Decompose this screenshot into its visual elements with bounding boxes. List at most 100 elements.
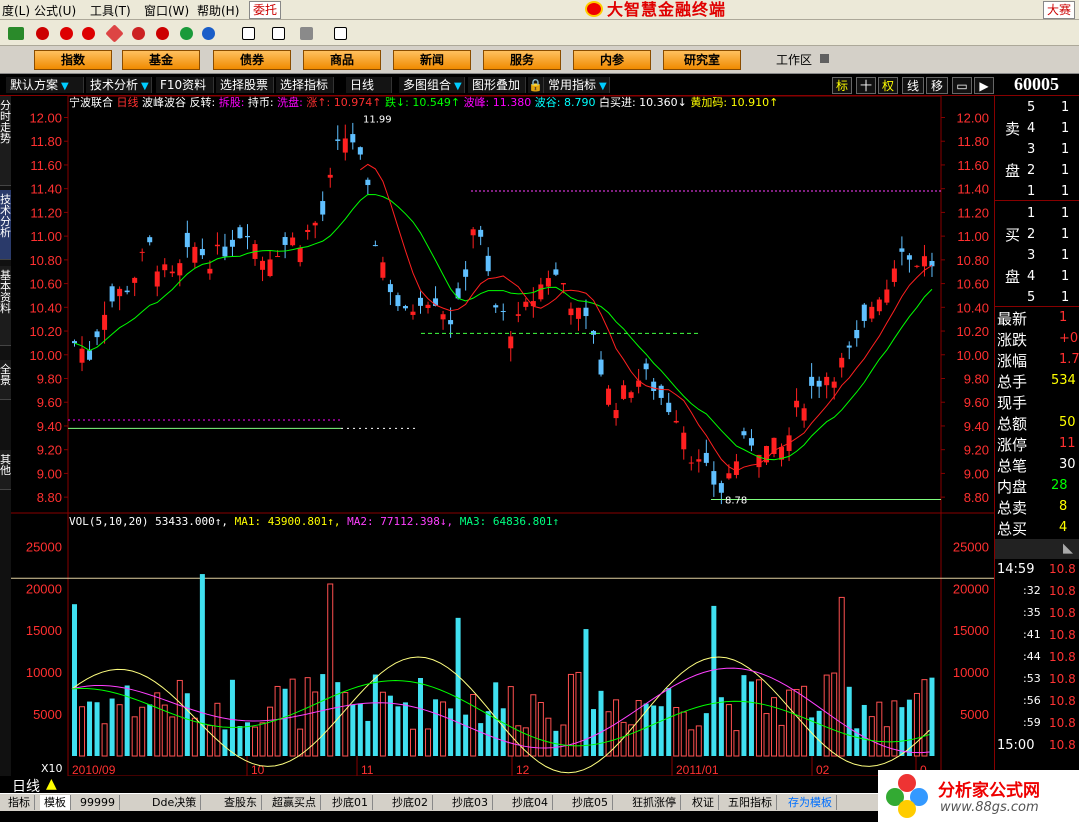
f10-button[interactable]: F10资料 (156, 77, 214, 93)
indicator-tab[interactable]: 存为模板 (784, 795, 837, 810)
workarea-label[interactable]: 工作区 (776, 51, 812, 68)
tab-technical[interactable]: 技术分析 (0, 190, 11, 260)
tick-time: :56 (1023, 694, 1041, 707)
indicator-tab[interactable]: 抄底04 (508, 795, 553, 810)
lock-icon[interactable]: 🔒 (528, 77, 544, 93)
candle-body (79, 348, 85, 363)
candle-body (124, 290, 130, 293)
candle-body (703, 452, 709, 463)
indicator-tab[interactable]: 抄底03 (448, 795, 493, 810)
candle-body (500, 311, 506, 313)
price-tick-label-right: 12.00 (956, 110, 989, 125)
line-button[interactable]: 线 (902, 77, 924, 94)
move-button[interactable]: 移 (926, 77, 948, 94)
indicator-tab[interactable]: 99999 (76, 795, 120, 810)
tech-analysis-button[interactable]: 技术分析 ▼ (86, 77, 152, 93)
volume-bar (440, 701, 447, 757)
dot-red-icon[interactable] (32, 23, 52, 42)
indicator-tab[interactable]: 指标 (4, 795, 35, 810)
stat-label: 内盘 (997, 478, 1028, 496)
grid-icon[interactable] (296, 23, 316, 42)
nav-service[interactable]: 服务 (483, 50, 561, 70)
mark-button[interactable]: 标 (832, 77, 852, 94)
triangle-up-icon[interactable]: ▲ (46, 776, 57, 792)
collapse-icon[interactable]: ▶ (974, 77, 994, 94)
chart-area[interactable]: 12.00 12.00 11.80 11.80 11.60 11.60 11.40 11.40… (11, 96, 994, 776)
restore-icon[interactable]: ▭ (952, 77, 972, 94)
globe-icon[interactable] (176, 23, 196, 42)
date-label: 02 (816, 763, 830, 776)
nav-index[interactable]: 指数 (34, 50, 112, 70)
tab-intraday[interactable]: 分时走势 (0, 96, 11, 186)
sell-label: 盘 (1005, 162, 1021, 180)
select-stock-button[interactable]: 选择股票 (216, 77, 274, 93)
info-icon[interactable] (152, 23, 172, 42)
indicator-tab[interactable]: 权证 (688, 795, 719, 810)
connect-icon[interactable] (4, 23, 24, 42)
overlay-button[interactable]: 图形叠加 (468, 77, 526, 93)
refresh-icon[interactable] (128, 23, 148, 42)
vol-header-segment: MA3: 64836.801↑ (460, 515, 559, 528)
indicator-tab[interactable]: 抄底01 (328, 795, 373, 810)
tab-other[interactable]: 其他 (0, 450, 11, 490)
multi-chart-button[interactable]: 多图组合 ▼ (399, 77, 465, 93)
menu-window[interactable]: 窗口(W) (144, 2, 189, 19)
indicator-tab[interactable]: Dde决策 (148, 795, 202, 810)
pencil-icon[interactable] (104, 23, 124, 43)
menu-help[interactable]: 帮助(H) (197, 2, 239, 19)
select-indicator-button[interactable]: 选择指标 (276, 77, 334, 93)
kline-chart[interactable]: 12.00 12.00 11.80 11.80 11.60 11.60 11.40 11.40… (11, 96, 994, 776)
menu-formula[interactable]: 公式(U) (34, 2, 76, 19)
indicator-tab[interactable]: 查股东 (220, 795, 262, 810)
nav-research[interactable]: 研究室 (663, 50, 741, 70)
volume-bar (425, 728, 432, 757)
candle-body (726, 473, 732, 479)
sell-level: 3 (1027, 142, 1036, 157)
nav-insider[interactable]: 内参 (573, 50, 651, 70)
tick-price: 10.8 (1049, 650, 1076, 664)
header-segment: 波谷: 8.790 (535, 96, 599, 109)
nav-commodity[interactable]: 商品 (303, 50, 381, 70)
candle-body (387, 284, 393, 293)
window-layout-icon[interactable] (268, 23, 288, 42)
expand-icon[interactable]: ◣ (1063, 541, 1073, 556)
vol-tick-label-right: 10000 (953, 665, 989, 680)
rights-button[interactable]: 权 (878, 77, 898, 94)
calendar-icon[interactable] (238, 23, 258, 42)
candle-body (884, 289, 890, 303)
volume-bar (823, 674, 830, 757)
common-indicator-button[interactable]: 常用指标 ▼ (544, 77, 610, 93)
nav-fund[interactable]: 基金 (122, 50, 200, 70)
candle-body (260, 260, 266, 270)
volume-bar (199, 574, 205, 756)
indicator-tab[interactable]: 五阳指标 (724, 795, 777, 810)
back-icon[interactable] (56, 23, 76, 42)
menu-tools[interactable]: 工具(T) (90, 2, 131, 19)
price-tick-label-right: 9.60 (964, 395, 989, 410)
candle-body (876, 299, 882, 312)
indicator-tab[interactable]: 狂抓涨停 (628, 795, 681, 810)
nav-bond[interactable]: 债券 (213, 50, 291, 70)
indicator-tab[interactable]: 抄底05 (568, 795, 613, 810)
nav-news[interactable]: 新闻 (393, 50, 471, 70)
help-pointer-icon[interactable] (330, 23, 350, 42)
volume-bar (793, 688, 800, 757)
period-button[interactable]: 日线 (346, 77, 392, 93)
default-scheme-label: 默认方案 (10, 78, 59, 92)
vol-tick-label-left: 10000 (26, 665, 62, 680)
indicator-tab[interactable]: 超赢买点 (268, 795, 321, 810)
indicator-tab[interactable]: 模板 (40, 795, 71, 810)
forward-icon[interactable] (78, 23, 98, 42)
menu-data[interactable]: 度(L) (2, 2, 30, 19)
tab-panorama[interactable]: 全景 (0, 360, 11, 400)
workarea-dropdown-icon[interactable] (820, 54, 829, 63)
buy-level: 2 (1027, 227, 1036, 242)
contest-button[interactable]: 大赛 (1043, 1, 1075, 19)
trust-button[interactable]: 委托 (249, 1, 281, 19)
tab-fundamentals[interactable]: 基本资料 (0, 266, 11, 346)
default-scheme-button[interactable]: 默认方案 ▼ (6, 77, 84, 93)
candle-body (169, 271, 175, 274)
ie-icon[interactable] (198, 23, 218, 42)
crosshair-button[interactable]: 十 (856, 77, 876, 94)
indicator-tab[interactable]: 抄底02 (388, 795, 433, 810)
